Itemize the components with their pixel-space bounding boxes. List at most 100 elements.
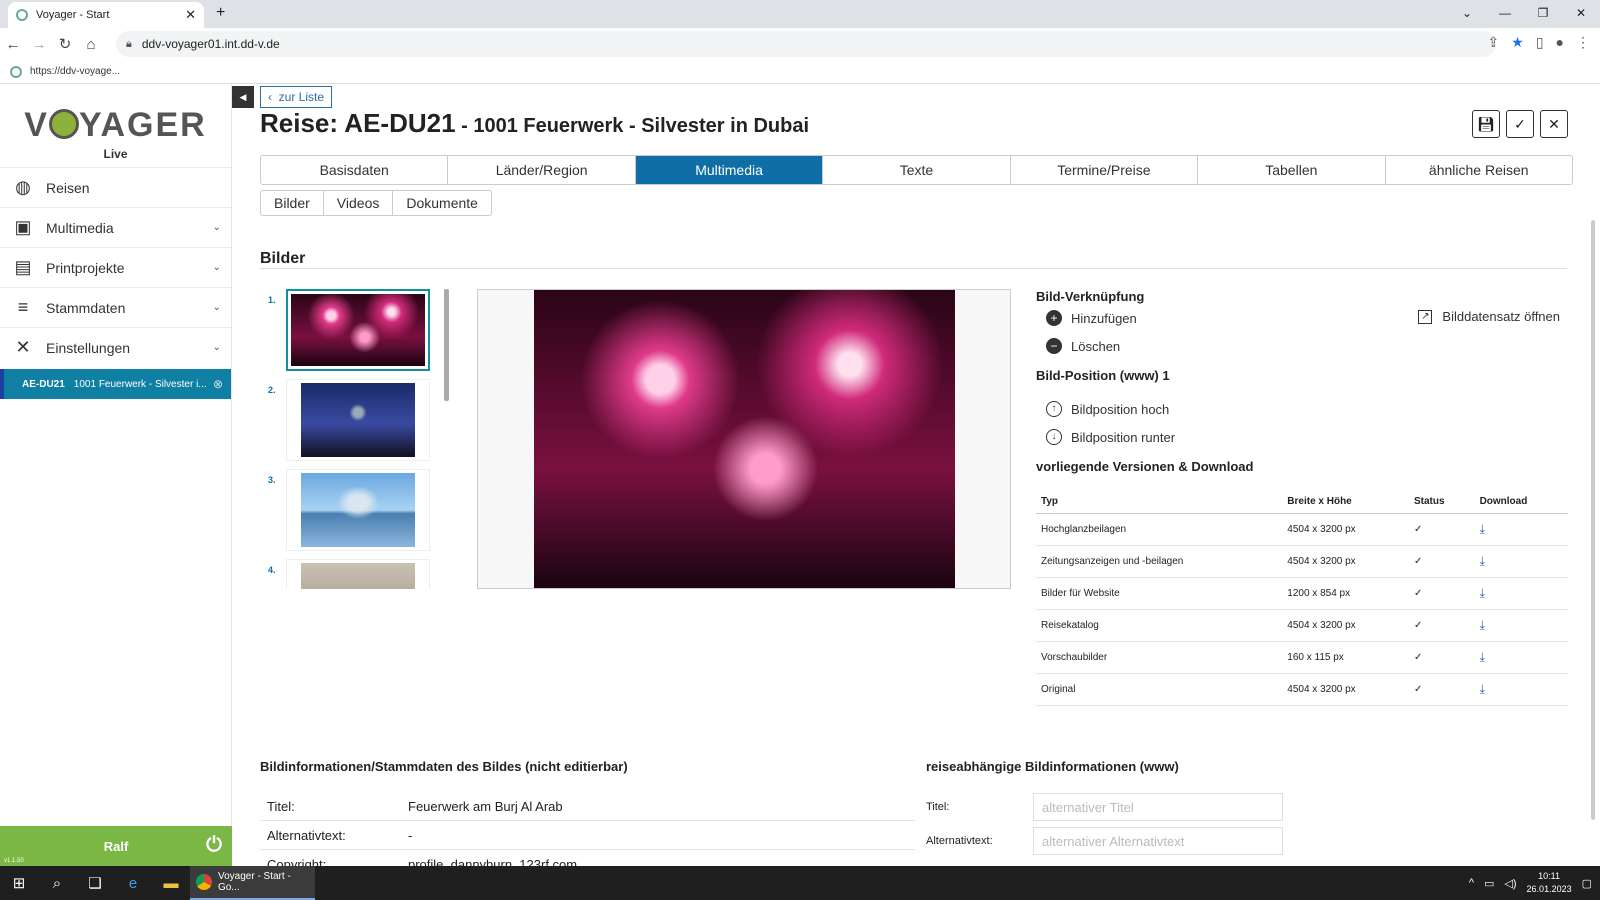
table-row: Bilder für Website 1200 x 854 px ✓ ⤓ xyxy=(1036,577,1568,610)
power-icon[interactable]: ⏻ xyxy=(206,834,222,857)
url-text: ddv-voyager01.int.dd-v.de xyxy=(141,37,280,51)
arrow-up-circle-icon: ↑ xyxy=(1046,401,1062,417)
tab-termine-preise[interactable]: Termine/Preise xyxy=(1011,156,1199,184)
address-bar-actions: ⇪ ★ ▯ ● ⋮ xyxy=(1488,34,1590,51)
thumbnail-item[interactable]: 4. xyxy=(262,559,442,589)
thumbnail-image[interactable] xyxy=(286,469,430,551)
tab-texte[interactable]: Texte xyxy=(823,156,1011,184)
clock[interactable]: 10:11 26.01.2023 xyxy=(1527,870,1572,896)
download-icon[interactable]: ⤓ xyxy=(1474,545,1568,578)
share-icon[interactable]: ⇪ xyxy=(1488,34,1500,51)
close-circle-icon[interactable]: ⊗ xyxy=(213,377,223,391)
page-scrollbar[interactable] xyxy=(1591,220,1595,820)
alt-text-input[interactable] xyxy=(1033,827,1283,855)
chevron-down-icon: ⌄ xyxy=(212,302,221,313)
page-title-sub: - 1001 Feuerwerk - Silvester in Dubai xyxy=(455,115,810,137)
image-info-title: Bildinformationen/Stammdaten des Bildes … xyxy=(260,759,628,774)
move-down-label: Bildposition runter xyxy=(1071,429,1176,445)
check-icon: ✓ xyxy=(1409,545,1475,578)
download-icon[interactable]: ⤓ xyxy=(1474,641,1568,674)
move-down-button[interactable]: ↓ Bildposition runter xyxy=(1036,423,1568,451)
position-title: Bild-Position (www) 1 xyxy=(1036,368,1170,383)
tab-basisdaten[interactable]: Basisdaten xyxy=(261,156,449,184)
download-icon[interactable]: ⤓ xyxy=(1474,609,1568,642)
delete-button[interactable]: − Löschen xyxy=(1036,332,1568,360)
version-type: Reisekatalog xyxy=(1036,609,1283,642)
save-icon[interactable]: 💾︎ xyxy=(1472,110,1500,138)
volume-icon[interactable]: ◁) xyxy=(1504,877,1516,890)
thumbnail-image[interactable] xyxy=(286,289,430,371)
tab-search-icon[interactable]: ⌄ xyxy=(1448,0,1486,28)
voyager-logo[interactable]: V YAGER xyxy=(0,106,231,145)
site-icon xyxy=(10,65,22,78)
profile-icon[interactable]: ● xyxy=(1556,34,1564,51)
tab-tabellen[interactable]: Tabellen xyxy=(1198,156,1386,184)
back-to-list-button[interactable]: ‹ zur Liste xyxy=(260,86,333,108)
side-panel-icon[interactable]: ▯ xyxy=(1536,34,1544,51)
thumbnail-scrollbar[interactable] xyxy=(444,289,449,401)
favicon-icon xyxy=(16,9,28,21)
table-row: Hochglanzbeilagen 4504 x 3200 px ✓ ⤓ xyxy=(1036,513,1568,546)
new-tab-button[interactable]: + xyxy=(216,4,225,22)
download-icon[interactable]: ⤓ xyxy=(1474,673,1568,706)
tab-laender-region[interactable]: Länder/Region xyxy=(448,156,636,184)
column-header: Typ xyxy=(1036,490,1283,514)
close-icon[interactable]: ✕ xyxy=(1540,110,1568,138)
minimize-button[interactable]: — xyxy=(1486,0,1524,28)
arrow-down-circle-icon: ↓ xyxy=(1046,429,1062,445)
home-icon[interactable]: ⌂ xyxy=(78,36,104,53)
move-up-button[interactable]: ↑ Bildposition hoch xyxy=(1036,395,1568,423)
bookmark-star-icon[interactable]: ★ xyxy=(1511,34,1524,51)
collapse-sidebar-button[interactable]: ◀ xyxy=(232,86,254,108)
subtab-dokumente[interactable]: Dokumente xyxy=(393,191,491,215)
download-icon[interactable]: ⤓ xyxy=(1474,577,1568,610)
thumbnail-item[interactable]: 1. xyxy=(262,289,442,379)
search-icon[interactable]: ⌕ xyxy=(38,875,76,892)
windows-start-icon[interactable]: ⊞ xyxy=(0,874,38,892)
taskbar-chrome-app[interactable]: Voyager - Start - Go... xyxy=(190,866,315,900)
subtab-bilder[interactable]: Bilder xyxy=(261,191,324,215)
download-icon[interactable]: ⤓ xyxy=(1474,513,1568,546)
file-explorer-icon[interactable]: ▬ xyxy=(152,875,190,892)
close-tab-icon[interactable]: ✕ xyxy=(185,7,196,23)
tray-chevron-icon[interactable]: ^ xyxy=(1469,877,1474,889)
user-name[interactable]: Ralf xyxy=(104,839,129,854)
thumbnail-item[interactable]: 2. xyxy=(262,379,442,469)
sub-tabs: Bilder Videos Dokumente xyxy=(260,190,492,216)
network-icon[interactable]: ▭ xyxy=(1484,877,1494,890)
open-trip-entry[interactable]: AE-DU21 1001 Feuerwerk - Silvester i... … xyxy=(0,369,231,399)
sidebar-item-printprojekte[interactable]: ▤ Printprojekte ⌄ xyxy=(0,247,231,287)
url-input[interactable]: 🔒︎ ddv-voyager01.int.dd-v.de xyxy=(116,31,1496,57)
table-row: Original 4504 x 3200 px ✓ ⤓ xyxy=(1036,673,1568,706)
confirm-icon[interactable]: ✓ xyxy=(1506,110,1534,138)
close-window-button[interactable]: ✕ xyxy=(1562,0,1600,28)
sidebar-item-einstellungen[interactable]: ✕ Einstellungen ⌄ xyxy=(0,327,231,367)
page-title-main: Reise: AE-DU21 xyxy=(260,108,456,138)
sidebar-item-multimedia[interactable]: ▣ Multimedia ⌄ xyxy=(0,207,231,247)
sidebar-item-label: Printprojekte xyxy=(46,259,125,276)
section-divider xyxy=(260,268,1567,269)
menu-icon[interactable]: ⋮ xyxy=(1576,34,1590,51)
alt-title-input[interactable] xyxy=(1033,793,1283,821)
task-view-icon[interactable]: ❏ xyxy=(76,874,114,892)
notification-icon[interactable]: ▢ xyxy=(1582,877,1592,890)
thumbnail-item[interactable]: 3. xyxy=(262,469,442,559)
edge-icon[interactable]: e xyxy=(114,875,152,892)
forward-icon[interactable]: → xyxy=(26,36,52,53)
thumbnail-image[interactable] xyxy=(286,379,430,461)
thumbnail-image[interactable] xyxy=(286,559,430,589)
sidebar-item-reisen[interactable]: ◍ Reisen xyxy=(0,167,231,207)
sidebar-item-label: Einstellungen xyxy=(46,339,131,356)
back-icon[interactable]: ← xyxy=(0,36,26,53)
tab-multimedia[interactable]: Multimedia xyxy=(635,156,824,184)
list-icon: ≡ xyxy=(17,297,29,317)
browser-tab[interactable]: Voyager - Start ✕ xyxy=(8,2,204,28)
thumbnail-number: 4. xyxy=(268,565,276,575)
reload-icon[interactable]: ↻ xyxy=(52,35,78,53)
sidebar-item-stammdaten[interactable]: ≡ Stammdaten ⌄ xyxy=(0,287,231,327)
restore-button[interactable]: ❐ xyxy=(1524,0,1562,28)
subtab-videos[interactable]: Videos xyxy=(324,191,394,215)
open-record-button[interactable]: ↗ Bilddatensatz öffnen xyxy=(1418,309,1560,324)
tab-aehnliche-reisen[interactable]: ähnliche Reisen xyxy=(1386,156,1572,184)
window-controls: ⌄ — ❐ ✕ xyxy=(1448,0,1600,28)
